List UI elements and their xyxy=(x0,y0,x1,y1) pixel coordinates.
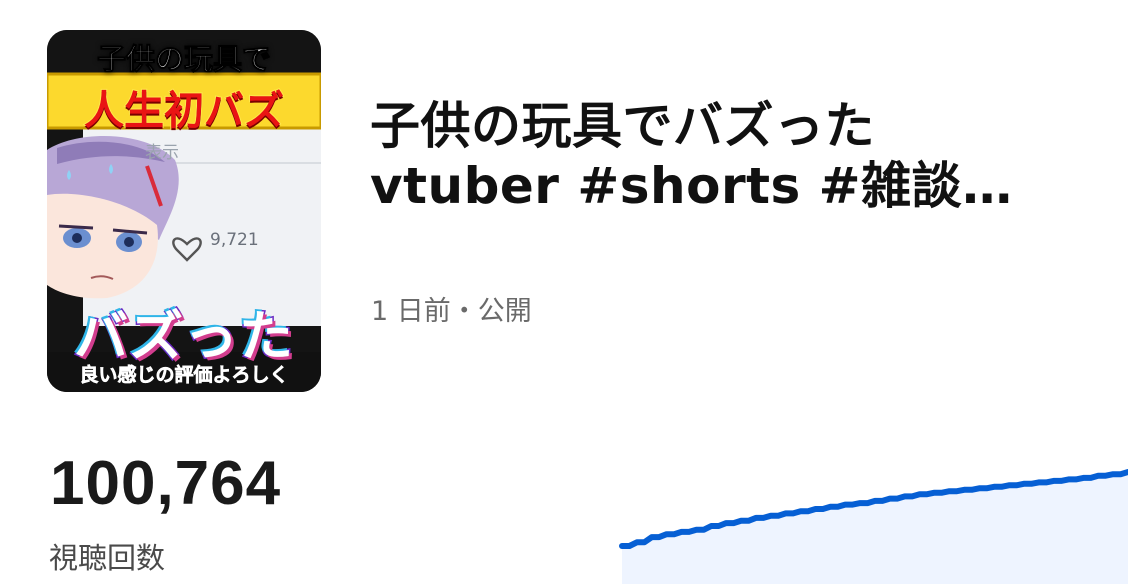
sparkline-area xyxy=(622,472,1128,584)
thumbnail-bottom-caption: 良い感じの評価よろしく xyxy=(79,364,289,387)
views-label: 視聴回数 xyxy=(49,541,166,575)
video-thumbnail[interactable]: 子供の玩具で 人生初バズ 表示 9,721 バズった 良い感じの評価よろしく xyxy=(47,30,321,392)
video-analytics-card: 子供の玩具で 人生初バズ 表示 9,721 バズった 良い感じの評価よろしく 子… xyxy=(0,0,1128,584)
video-title[interactable]: 子供の玩具でバズった vtuber #shorts #雑談… xyxy=(370,96,1122,216)
views-count: 100,764 xyxy=(50,449,282,518)
publish-status: 1 日前・公開 xyxy=(371,296,532,327)
thumbnail-top-caption: 子供の玩具で xyxy=(96,42,271,77)
thumbnail-banner-text: 人生初バズ xyxy=(83,87,285,135)
video-title-line-1: 子供の玩具でバズった xyxy=(370,97,875,155)
thumbnail-display-fragment: 表示 xyxy=(145,143,179,163)
thumbnail-like-count: 9,721 xyxy=(210,230,259,250)
sparkline-line xyxy=(619,469,1128,549)
video-title-line-2: vtuber #shorts #雑談… xyxy=(370,157,1013,215)
